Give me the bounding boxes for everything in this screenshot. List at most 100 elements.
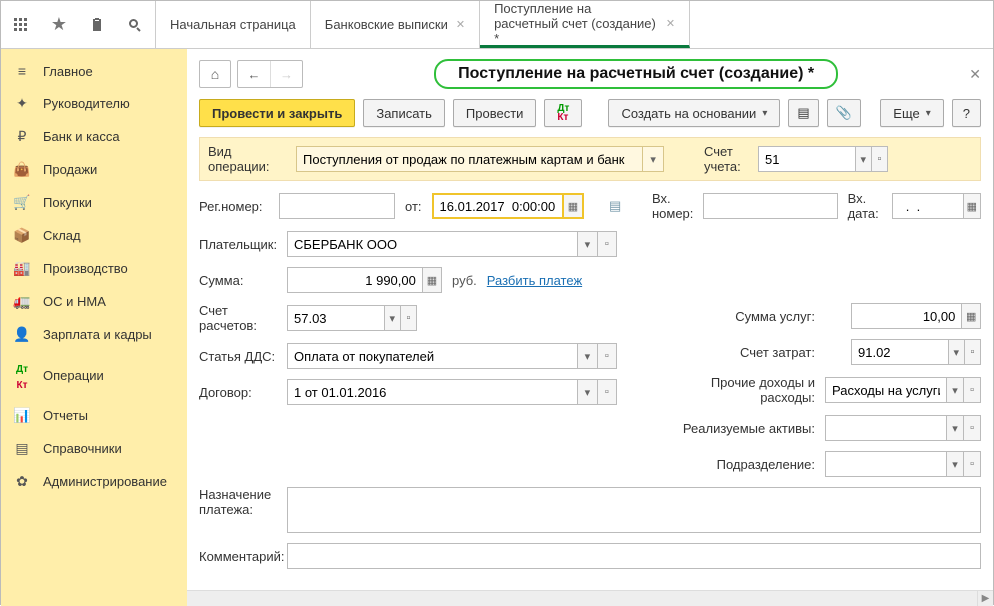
sidebar-item-catalogs[interactable]: ▤Справочники (1, 432, 187, 465)
sidebar-item-warehouse[interactable]: 📦Склад (1, 219, 187, 252)
cost-account-input[interactable] (851, 339, 949, 365)
dropdown-button[interactable]: ▾ (385, 305, 401, 331)
sidebar-item-bank[interactable]: ₽Банк и касса (1, 120, 187, 153)
comment-label: Комментарий: (199, 549, 277, 564)
create-based-button[interactable]: Создать на основании▾ (608, 99, 780, 127)
split-payment-link[interactable]: Разбить платеж (487, 273, 582, 288)
attachments-button[interactable]: 📎 (827, 99, 861, 127)
nav-back-button[interactable]: ← (238, 61, 270, 87)
calendar-button[interactable]: ▦ (964, 193, 981, 219)
nav-forward-button[interactable]: → (270, 61, 302, 87)
dropdown-button[interactable]: ▾ (947, 377, 964, 403)
document-icon: ▤ (797, 105, 809, 121)
calendar-button[interactable]: ▦ (564, 193, 583, 219)
cost-account-label: Счет затрат: (665, 345, 815, 360)
tab-receipt-create[interactable]: Поступление на расчетный счет (создание)… (480, 1, 690, 48)
in-date-label: Вх. дата: (848, 191, 882, 221)
realized-assets-input[interactable] (825, 415, 947, 441)
sidebar-item-reports[interactable]: 📊Отчеты (1, 399, 187, 432)
open-button[interactable]: ▫ (964, 451, 981, 477)
other-income-label: Прочие доходы и расходы: (665, 375, 815, 405)
account-input[interactable] (758, 146, 856, 172)
open-button[interactable]: ▫ (598, 379, 617, 405)
close-form-button[interactable]: ✕ (969, 66, 981, 83)
sidebar-item-manager[interactable]: ✦Руководителю (1, 87, 187, 120)
doc-icon[interactable]: ▤ (609, 198, 621, 214)
horizontal-scrollbar[interactable] (187, 590, 977, 606)
post-and-close-button[interactable]: Провести и закрыть (199, 99, 355, 127)
tab-bank-statements[interactable]: Банковские выписки ✕ (311, 1, 480, 48)
payer-input[interactable] (287, 231, 578, 257)
amount-input[interactable] (287, 267, 423, 293)
sidebar-item-label: Операции (43, 368, 104, 383)
contract-label: Договор: (199, 385, 277, 400)
sidebar-item-operations[interactable]: ДтКтОперации (1, 351, 187, 399)
factory-icon: 🏭 (13, 260, 31, 277)
button-label: Провести и закрыть (212, 106, 342, 121)
sidebar-item-salary[interactable]: 👤Зарплата и кадры (1, 318, 187, 351)
sidebar-item-label: Банк и касса (43, 129, 120, 144)
dds-input[interactable] (287, 343, 578, 369)
settlement-account-input[interactable] (287, 305, 385, 331)
realized-assets-label: Реализуемые активы: (665, 421, 815, 436)
close-icon[interactable]: ✕ (456, 18, 465, 31)
in-number-input[interactable] (703, 193, 837, 219)
sidebar-item-os-nma[interactable]: 🚛ОС и НМА (1, 285, 187, 318)
close-icon[interactable]: ✕ (666, 17, 675, 30)
dropdown-button[interactable]: ▾ (856, 146, 872, 172)
sidebar-item-main[interactable]: ≡Главное (1, 55, 187, 87)
other-income-input[interactable] (825, 377, 947, 403)
sidebar-item-admin[interactable]: ✿Администрирование (1, 465, 187, 498)
page-title-wrap: Поступление на расчетный счет (создание)… (309, 59, 963, 89)
open-button[interactable]: ▫ (401, 305, 417, 331)
search-icon[interactable] (121, 11, 149, 39)
dropdown-button[interactable]: ▾ (643, 146, 664, 172)
comment-input[interactable] (287, 543, 981, 569)
calculator-button[interactable]: ▦ (423, 267, 442, 293)
service-amount-input[interactable] (851, 303, 962, 329)
open-button[interactable]: ▫ (965, 339, 981, 365)
dropdown-button[interactable]: ▾ (947, 415, 964, 441)
chart-icon: 📊 (13, 407, 31, 424)
calculator-button[interactable]: ▦ (962, 303, 981, 329)
open-button[interactable]: ▫ (964, 377, 981, 403)
home-button[interactable]: ⌂ (199, 60, 231, 88)
tab-start[interactable]: Начальная страница (156, 1, 311, 48)
user-icon: ✦ (13, 95, 31, 112)
tab-label: Начальная страница (170, 17, 296, 32)
form-settings-button[interactable]: ▤ (788, 99, 818, 127)
button-label: Записать (376, 106, 432, 121)
more-button[interactable]: Еще▾ (880, 99, 943, 127)
dropdown-button[interactable]: ▾ (578, 343, 597, 369)
dtkt-button[interactable]: ДтКт (544, 99, 582, 127)
reg-date-input[interactable] (432, 193, 565, 219)
post-button[interactable]: Провести (453, 99, 537, 127)
open-button[interactable]: ▫ (872, 146, 888, 172)
operation-type-input[interactable] (296, 146, 643, 172)
help-button[interactable]: ? (952, 99, 981, 127)
reg-number-input[interactable] (279, 193, 395, 219)
sidebar-item-purchases[interactable]: 🛒Покупки (1, 186, 187, 219)
star-icon[interactable]: ★ (45, 11, 73, 39)
open-button[interactable]: ▫ (598, 231, 617, 257)
purpose-textarea[interactable] (287, 487, 981, 533)
open-button[interactable]: ▫ (964, 415, 981, 441)
sidebar-item-sales[interactable]: 👜Продажи (1, 153, 187, 186)
contract-input[interactable] (287, 379, 578, 405)
subdivision-input[interactable] (825, 451, 947, 477)
sidebar-item-production[interactable]: 🏭Производство (1, 252, 187, 285)
clipboard-icon[interactable] (83, 11, 111, 39)
scroll-right-button[interactable]: ▶ (977, 590, 993, 606)
amount-label: Сумма: (199, 273, 277, 288)
apps-icon[interactable] (7, 11, 35, 39)
dds-label: Статья ДДС: (199, 349, 277, 364)
in-date-input[interactable] (892, 193, 964, 219)
bag-icon: 👜 (13, 161, 31, 178)
dropdown-button[interactable]: ▾ (578, 231, 597, 257)
open-button[interactable]: ▫ (598, 343, 617, 369)
dropdown-button[interactable]: ▾ (949, 339, 965, 365)
dropdown-button[interactable]: ▾ (947, 451, 964, 477)
dropdown-button[interactable]: ▾ (578, 379, 597, 405)
tab-label: Поступление на расчетный счет (создание)… (494, 1, 658, 46)
write-button[interactable]: Записать (363, 99, 445, 127)
